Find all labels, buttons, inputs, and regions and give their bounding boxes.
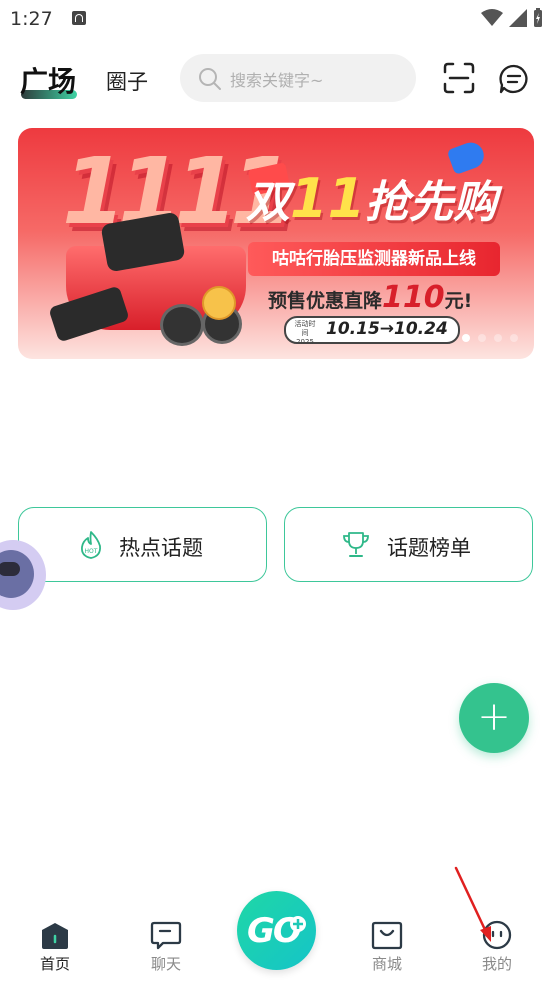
scan-icon[interactable] — [443, 62, 475, 94]
nav-shop-label: 商城 — [371, 955, 402, 973]
go-center-button[interactable]: GO — [237, 891, 316, 970]
banner-date-label: 活动时间 2025 — [294, 320, 316, 346]
notification-a-icon — [72, 11, 86, 25]
nav-chat[interactable]: 聊天 — [126, 920, 206, 974]
banner-headline-suffix: 抢先购 — [365, 177, 498, 228]
wifi-icon — [481, 9, 503, 26]
nav-chat-label: 聊天 — [150, 955, 181, 973]
hot-topics-label: 热点话题 — [119, 536, 203, 560]
chat-icon — [150, 921, 182, 950]
nav-home-label: 首页 — [39, 955, 70, 973]
search-icon — [199, 68, 221, 90]
nav-profile[interactable]: 我的 — [457, 920, 537, 974]
banner-sensor-graphic — [160, 304, 204, 346]
promo-banner[interactable]: 1111 双11抢先购 咕咕行胎压监测器新品上线 预售优惠直降110元! 活动时… — [18, 128, 534, 359]
banner-offer: 预售优惠直降110元! — [268, 280, 472, 315]
topic-ranking-label: 话题榜单 — [387, 536, 471, 560]
nav-shop[interactable]: 商城 — [347, 920, 427, 974]
bottom-nav: 首页 聊天 GO 商城 我的 — [0, 890, 553, 984]
tab-circle[interactable]: 圈子 — [106, 66, 148, 96]
banner-date-pill: 活动时间 2025 10.15→10.24 — [284, 316, 460, 346]
hot-icon: HOT — [81, 531, 101, 559]
banner-headline-number: 11 — [290, 167, 366, 230]
home-icon — [42, 923, 68, 949]
banner-offer-price: 110 — [382, 280, 445, 315]
trophy-icon — [343, 532, 369, 557]
hot-topics-button[interactable]: HOT 热点话题 — [18, 507, 267, 582]
banner-subtitle: 咕咕行胎压监测器新品上线 — [248, 242, 500, 276]
topic-ranking-button[interactable]: 话题榜单 — [284, 507, 533, 582]
battery-icon — [534, 8, 542, 27]
profile-icon — [482, 920, 512, 950]
banner-dot[interactable] — [462, 334, 470, 342]
shop-bag-icon — [371, 921, 403, 950]
banner-dot[interactable] — [478, 334, 486, 342]
search-placeholder: 搜索关键字~ — [230, 71, 324, 90]
banner-pagination — [462, 334, 518, 342]
message-icon[interactable] — [498, 63, 530, 95]
avatar-face — [0, 562, 20, 576]
status-time: 1:27 — [10, 8, 53, 30]
top-nav: 广场 圈子 搜索关键字~ — [0, 50, 553, 106]
signal-icon — [509, 9, 527, 27]
banner-date-range: 10.15→10.24 — [326, 319, 448, 339]
nav-home[interactable]: 首页 — [15, 920, 95, 974]
banner-headline-prefix: 双 — [246, 177, 290, 228]
banner-coin-graphic — [202, 286, 236, 320]
svg-text:HOT: HOT — [85, 548, 98, 555]
add-post-button[interactable]: + — [459, 683, 529, 753]
banner-offer-suffix: 元! — [444, 290, 473, 312]
search-input[interactable]: 搜索关键字~ — [180, 54, 416, 102]
nav-profile-label: 我的 — [481, 955, 512, 973]
banner-dot[interactable] — [494, 334, 502, 342]
tab-square[interactable]: 广场 — [20, 60, 76, 100]
go-plus-icon — [290, 916, 306, 932]
banner-device-graphic-2 — [48, 285, 130, 343]
status-icons — [481, 8, 543, 28]
banner-dot[interactable] — [510, 334, 518, 342]
banner-offer-prefix: 预售优惠直降 — [268, 290, 383, 312]
banner-headline: 双11抢先购 — [246, 166, 497, 230]
status-bar: 1:27 — [0, 0, 553, 38]
